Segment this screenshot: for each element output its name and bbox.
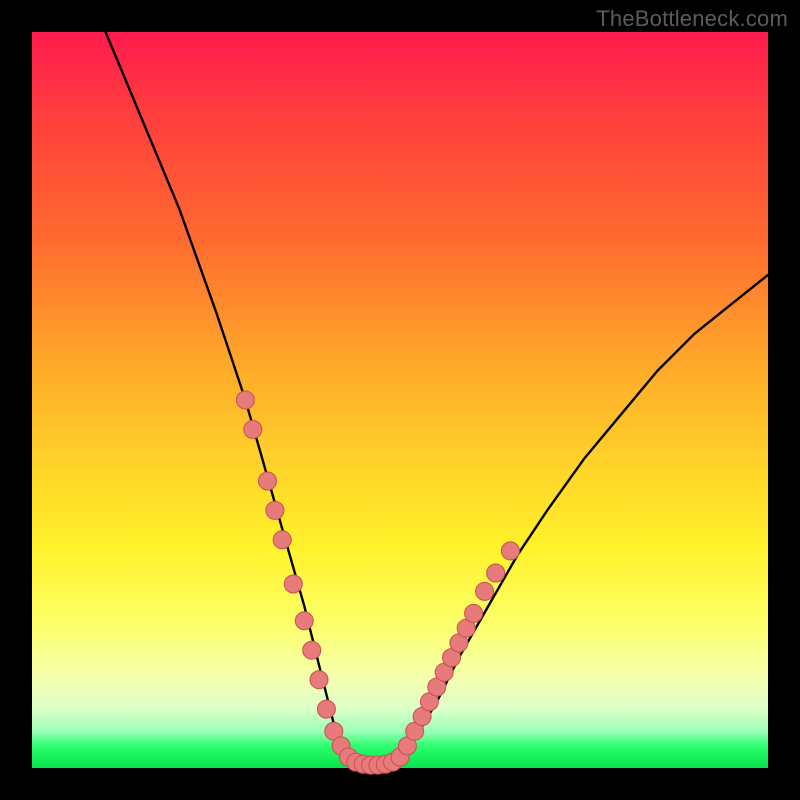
chart-marker	[295, 612, 313, 630]
chart-marker	[303, 641, 321, 659]
chart-markers	[236, 391, 519, 774]
chart-marker	[273, 531, 291, 549]
chart-marker	[501, 542, 519, 560]
chart-svg	[32, 32, 768, 768]
chart-plot-area	[32, 32, 768, 768]
watermark-text: TheBottleneck.com	[596, 6, 788, 32]
chart-marker	[317, 700, 335, 718]
chart-marker	[465, 604, 483, 622]
chart-marker	[266, 501, 284, 519]
chart-frame: TheBottleneck.com	[0, 0, 800, 800]
chart-marker	[476, 582, 494, 600]
bottleneck-curve	[106, 32, 768, 768]
chart-marker	[487, 564, 505, 582]
chart-marker	[310, 671, 328, 689]
chart-marker	[244, 420, 262, 438]
chart-marker	[284, 575, 302, 593]
chart-marker	[236, 391, 254, 409]
chart-marker	[259, 472, 277, 490]
